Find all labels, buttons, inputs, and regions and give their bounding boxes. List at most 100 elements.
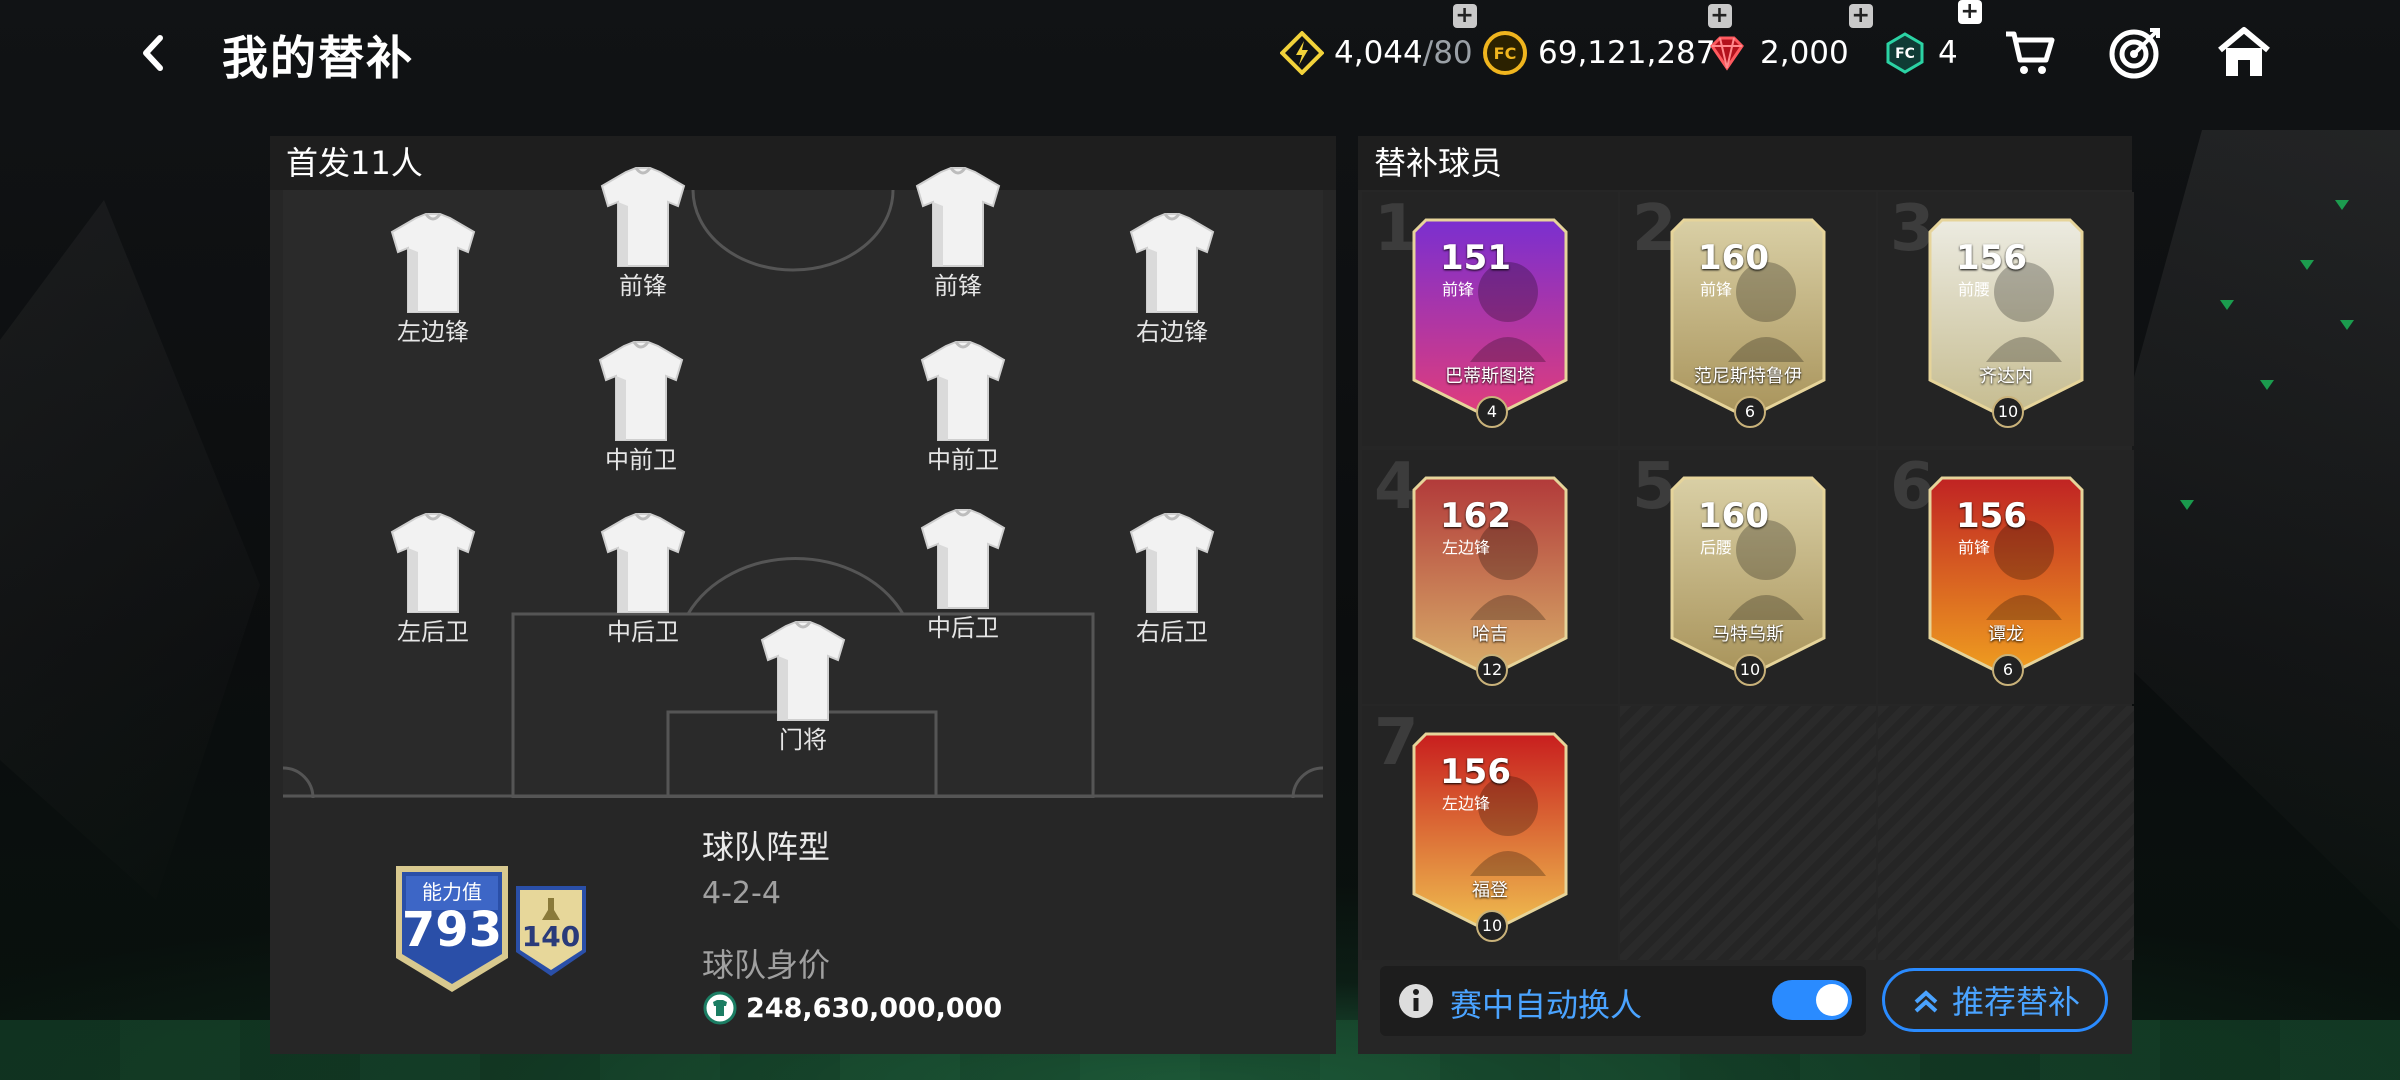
panel-heading: 首发11人 bbox=[270, 136, 1336, 190]
player-card[interactable]: 156 前锋 谭龙 6 bbox=[1906, 470, 2106, 690]
overall-rating: 156 bbox=[1956, 238, 2027, 278]
player-level: 10 bbox=[1476, 910, 1508, 942]
position-label: 中前卫 bbox=[927, 446, 999, 474]
player-slot[interactable]: 前锋 bbox=[588, 166, 698, 301]
overall-rating: 160 bbox=[1698, 238, 1769, 278]
position-label: 中前卫 bbox=[605, 446, 677, 474]
jersey-icon bbox=[748, 620, 858, 724]
player-slot[interactable]: 中后卫 bbox=[588, 512, 698, 647]
player-slot[interactable]: 右后卫 bbox=[1117, 512, 1227, 647]
player-position: 前锋 bbox=[1700, 280, 1733, 299]
player-name: 哈吉 bbox=[1472, 624, 1508, 645]
position-label: 右后卫 bbox=[1136, 618, 1208, 646]
token-resource[interactable]: FC 4 + bbox=[1882, 0, 1982, 76]
player-slot[interactable]: 中后卫 bbox=[908, 508, 1018, 643]
bench-slot[interactable]: 4 162 左边锋 哈吉 12 bbox=[1362, 450, 1618, 704]
player-slot[interactable]: 左后卫 bbox=[378, 512, 488, 647]
page-title: 我的替补 bbox=[222, 31, 414, 85]
player-position: 前腰 bbox=[1958, 280, 1991, 299]
position-label: 左后卫 bbox=[397, 618, 469, 646]
player-slot[interactable]: 左边锋 bbox=[378, 212, 488, 347]
player-card[interactable]: 160 前锋范尼斯特鲁伊 6 bbox=[1648, 212, 1848, 432]
overall-rating: 160 bbox=[1698, 496, 1769, 536]
player-card[interactable]: 156 前腰 齐达内 10 bbox=[1906, 212, 2106, 432]
token-icon: FC bbox=[1886, 32, 1924, 74]
gem-icon bbox=[1710, 36, 1744, 71]
bench-slot[interactable]: 3 156 前腰 齐达内 10 bbox=[1878, 192, 2134, 446]
chevron-left-icon bbox=[143, 35, 163, 71]
formation-value: 4-2-4 bbox=[702, 876, 781, 911]
empty-bench-slot[interactable] bbox=[1878, 706, 2134, 960]
bench-slot[interactable]: 7 156 左边锋 福登 10 bbox=[1362, 706, 1618, 960]
player-card[interactable]: 151 前锋巴蒂斯图塔 4 bbox=[1390, 212, 1590, 432]
player-level: 4 bbox=[1476, 396, 1508, 428]
jersey-icon bbox=[908, 508, 1018, 612]
player-level: 10 bbox=[1992, 396, 2024, 428]
add-token-button[interactable]: + bbox=[1957, 0, 1982, 24]
player-position: 左边锋 bbox=[1442, 538, 1491, 557]
overall-rating: 151 bbox=[1440, 238, 1511, 278]
jersey-icon bbox=[378, 512, 488, 616]
player-slot[interactable]: 前锋 bbox=[903, 166, 1013, 301]
jersey-icon bbox=[1117, 212, 1227, 316]
player-slot[interactable]: 中前卫 bbox=[908, 340, 1018, 475]
panel-heading: 替补球员 bbox=[1358, 136, 2132, 190]
player-level: 10 bbox=[1734, 654, 1766, 686]
position-label: 中后卫 bbox=[927, 614, 999, 642]
decor-triangle bbox=[2260, 380, 2274, 390]
recommend-subs-button[interactable]: 推荐替补 bbox=[1882, 968, 2108, 1032]
player-level: 12 bbox=[1476, 654, 1508, 686]
jersey-icon bbox=[903, 166, 1013, 270]
decor-triangle bbox=[2180, 500, 2194, 510]
bench-slot[interactable]: 2 160 前锋 范尼斯特鲁伊 6 bbox=[1620, 192, 1876, 446]
energy-resource[interactable]: 4,044/80 + bbox=[1280, 4, 1477, 76]
decor-triangle bbox=[2335, 200, 2349, 210]
back-button[interactable] bbox=[130, 28, 180, 78]
player-position: 左边锋 bbox=[1442, 794, 1491, 813]
jersey-icon bbox=[1117, 512, 1227, 616]
add-coin-button[interactable]: + bbox=[1707, 4, 1732, 28]
player-card[interactable]: 162 左边锋 哈吉 12 bbox=[1390, 470, 1590, 690]
ability-badge: 能力值 793 bbox=[392, 862, 512, 996]
decor-triangle bbox=[2300, 260, 2314, 270]
position-label: 前锋 bbox=[934, 272, 982, 300]
player-level: 6 bbox=[1734, 396, 1766, 428]
player-slot[interactable]: 中前卫 bbox=[586, 340, 696, 475]
svg-text:FC: FC bbox=[1494, 44, 1517, 63]
player-card[interactable]: 156 左边锋 福登 10 bbox=[1390, 726, 1590, 946]
position-label: 左边锋 bbox=[397, 318, 469, 346]
home-icon[interactable] bbox=[2214, 22, 2274, 82]
player-slot[interactable]: 右边锋 bbox=[1117, 212, 1227, 347]
bench-slot[interactable]: 1 151 前锋 巴蒂斯图塔 4 bbox=[1362, 192, 1618, 446]
position-label: 右边锋 bbox=[1136, 318, 1208, 346]
auto-sub-label: 赛中自动换人 bbox=[1450, 986, 1643, 1024]
player-name: 巴蒂斯图塔 bbox=[1445, 366, 1535, 387]
player-card[interactable]: 160 后腰 马特乌斯 10 bbox=[1648, 470, 1848, 690]
position-label: 中后卫 bbox=[607, 618, 679, 646]
add-energy-button[interactable]: + bbox=[1452, 4, 1477, 28]
overall-rating: 156 bbox=[1956, 496, 2027, 536]
gem-resource[interactable]: 2,000 + bbox=[1704, 4, 1873, 76]
player-position: 前锋 bbox=[1958, 538, 1991, 557]
empty-bench-slot[interactable] bbox=[1620, 706, 1876, 960]
overall-rating: 156 bbox=[1440, 752, 1511, 792]
bench-slot[interactable]: 5 160 后腰 马特乌斯 10 bbox=[1620, 450, 1876, 704]
add-gem-button[interactable]: + bbox=[1848, 4, 1873, 28]
lightning-icon bbox=[1280, 31, 1324, 75]
jersey-icon bbox=[586, 340, 696, 444]
formation-title: 球队阵型 bbox=[702, 828, 831, 866]
player-slot[interactable]: 门将 bbox=[748, 620, 858, 755]
auto-sub-toggle[interactable] bbox=[1772, 980, 1852, 1020]
target-icon[interactable] bbox=[2106, 22, 2166, 82]
toggle-knob bbox=[1816, 984, 1848, 1016]
ability-bonus-badge: 140 bbox=[512, 882, 590, 978]
decor-triangle bbox=[2340, 320, 2354, 330]
coin-resource[interactable]: FC 69,121,287 + bbox=[1482, 4, 1732, 76]
jersey-coin-icon bbox=[703, 991, 737, 1025]
coin-icon: FC bbox=[1483, 31, 1527, 75]
player-name: 范尼斯特鲁伊 bbox=[1694, 366, 1802, 387]
player-name: 谭龙 bbox=[1988, 624, 2024, 645]
cart-icon[interactable] bbox=[2000, 22, 2060, 82]
player-position: 前锋 bbox=[1442, 280, 1475, 299]
bench-slot[interactable]: 6 156 前锋 谭龙 6 bbox=[1878, 450, 2134, 704]
